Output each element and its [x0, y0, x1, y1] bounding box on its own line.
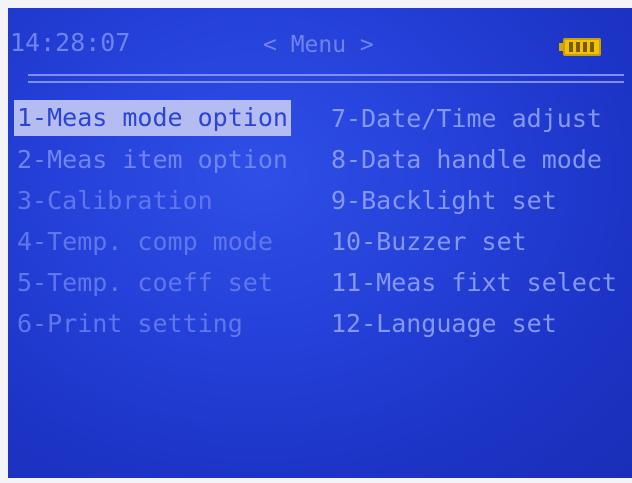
battery-full-icon: [559, 38, 603, 58]
menu-item-buzzer-set[interactable]: 10-Buzzer set: [328, 221, 620, 262]
menu-column-left: 1-Meas mode option 2-Meas item option 3-…: [14, 98, 291, 344]
menu-column-right: 7-Date/Time adjust 8-Data handle mode 9-…: [328, 98, 620, 344]
menu-item-data-handle-mode[interactable]: 8-Data handle mode: [328, 139, 620, 180]
status-bar: 14:28:07 < Menu >: [8, 8, 632, 68]
menu-item-date-time-adjust[interactable]: 7-Date/Time adjust: [328, 98, 620, 139]
header-divider-bottom: [28, 81, 624, 83]
menu-item-meas-mode-option[interactable]: 1-Meas mode option: [14, 100, 291, 136]
menu-item-meas-item-option[interactable]: 2-Meas item option: [14, 139, 291, 180]
lcd-screen: 14:28:07 < Menu > 1-Meas mode option 2-M…: [8, 8, 632, 478]
header-divider-top: [28, 74, 624, 76]
menu-item-temp-coeff-set[interactable]: 5-Temp. coeff set: [14, 262, 291, 303]
menu-item-temp-comp-mode[interactable]: 4-Temp. comp mode: [14, 221, 291, 262]
menu-item-calibration[interactable]: 3-Calibration: [14, 180, 291, 221]
menu-item-print-setting[interactable]: 6-Print setting: [14, 303, 291, 344]
menu-item-language-set[interactable]: 12-Language set: [328, 303, 620, 344]
clock: 14:28:07: [10, 28, 131, 57]
menu-item-backlight-set[interactable]: 9-Backlight set: [328, 180, 620, 221]
menu-title: < Menu >: [263, 32, 374, 58]
device-frame: 14:28:07 < Menu > 1-Meas mode option 2-M…: [0, 0, 632, 483]
menu-item-meas-fixt-select[interactable]: 11-Meas fixt select: [328, 262, 620, 303]
